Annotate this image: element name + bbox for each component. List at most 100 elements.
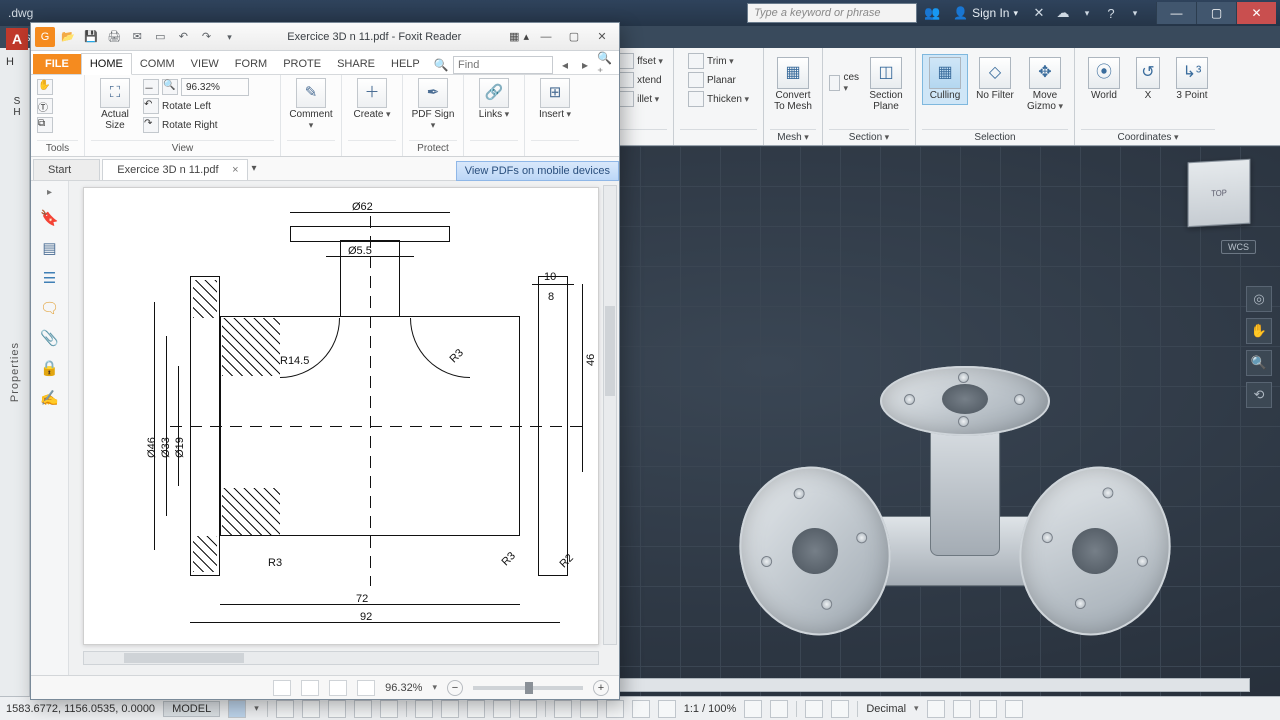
culling-button[interactable]: ▦Culling: [922, 54, 968, 105]
print-icon[interactable]: 🖨: [104, 26, 124, 46]
sidebar-expand-icon[interactable]: ▸: [47, 187, 52, 198]
tab-overflow-icon[interactable]: ▾: [252, 163, 257, 174]
annoscale-icon[interactable]: [658, 700, 676, 718]
tab-share[interactable]: SHARE: [329, 54, 383, 74]
tab-comment[interactable]: COMM: [132, 54, 183, 74]
help-drop-icon[interactable]: ▾: [1126, 4, 1144, 22]
tab-home[interactable]: HOME: [81, 53, 132, 75]
find-next-icon[interactable]: ▸: [577, 57, 593, 73]
zoom-out-button[interactable]: －🔍96.32%: [143, 78, 249, 96]
find-prev-icon[interactable]: ◂: [557, 57, 573, 73]
acad-search-input[interactable]: Type a keyword or phrase: [747, 3, 917, 23]
hwaccel-icon[interactable]: [805, 700, 823, 718]
blank-icon[interactable]: ▭: [150, 26, 170, 46]
zoom-icon[interactable]: 🔍: [1246, 350, 1272, 376]
section-plane-button[interactable]: ◫Section Plane: [863, 54, 909, 115]
grid-toggle-icon[interactable]: [228, 700, 246, 718]
undo-icon[interactable]: ↶: [173, 26, 193, 46]
isoplane-icon[interactable]: [831, 700, 849, 718]
maximize-button[interactable]: ▢: [1196, 2, 1236, 24]
open-icon[interactable]: 📂: [58, 26, 78, 46]
viewcube[interactable]: TOP: [1188, 159, 1251, 228]
home-tab-peek[interactable]: H: [6, 56, 14, 68]
offset-button[interactable]: ffset: [618, 52, 663, 70]
doc-tab-start[interactable]: Start: [33, 159, 100, 180]
close-tab-icon[interactable]: ×: [232, 164, 238, 176]
mobile-promo-banner[interactable]: View PDFs on mobile devices: [456, 161, 619, 181]
qp-icon[interactable]: [927, 700, 945, 718]
redo-icon[interactable]: ↷: [196, 26, 216, 46]
transparency-icon[interactable]: [467, 700, 485, 718]
world-ucs-button[interactable]: ⦿World: [1081, 54, 1127, 105]
infocenter-icon[interactable]: 👥: [923, 4, 941, 22]
a360-icon[interactable]: ☁: [1054, 4, 1072, 22]
otrack-icon[interactable]: [380, 700, 398, 718]
viewport-scale[interactable]: 1:1 / 100%: [684, 703, 737, 715]
osnap-icon[interactable]: [354, 700, 372, 718]
find-input[interactable]: [453, 56, 553, 74]
insert-button[interactable]: ⊞Insert: [531, 78, 579, 121]
move-gizmo-button[interactable]: ✥Move Gizmo: [1022, 54, 1068, 115]
units-readout[interactable]: Decimal: [866, 703, 906, 715]
foxit-maximize-button[interactable]: ▢: [561, 28, 587, 46]
coords-panel-label[interactable]: Coordinates: [1081, 129, 1215, 145]
foxit-horizontal-scrollbar[interactable]: [83, 651, 599, 665]
foxit-logo-icon[interactable]: G: [35, 27, 55, 47]
no-filter-button[interactable]: ◇No Filter: [972, 54, 1018, 105]
facing-icon[interactable]: [329, 680, 347, 696]
foxit-vertical-scrollbar[interactable]: [603, 185, 617, 645]
x-axis-button[interactable]: ↺X: [1131, 54, 1165, 105]
comments-icon[interactable]: 🗨: [39, 298, 61, 318]
zoom-drop-icon[interactable]: ▾: [432, 682, 437, 693]
minimize-button[interactable]: —: [1156, 2, 1196, 24]
comment-button[interactable]: ✎Comment: [287, 78, 335, 131]
help-icon[interactable]: ?: [1102, 4, 1120, 22]
planar-button[interactable]: Planar: [688, 71, 749, 89]
zoom-in-icon[interactable]: +: [593, 680, 609, 696]
qat-drop-icon[interactable]: ▾: [220, 27, 240, 47]
snapshot-button[interactable]: ⧉: [37, 116, 53, 134]
orbit-icon[interactable]: ⟲: [1246, 382, 1272, 408]
rotate-right-button[interactable]: ↷Rotate Right: [143, 116, 249, 134]
ribbon-mode-icon[interactable]: ▦: [509, 30, 519, 43]
links-button[interactable]: 🔗Links: [470, 78, 518, 121]
pages-icon[interactable]: ▤: [39, 238, 61, 258]
create-button[interactable]: ＋Create: [348, 78, 396, 121]
ribbon-min-icon[interactable]: ▴: [523, 30, 529, 43]
layers-icon[interactable]: ☰: [39, 268, 61, 288]
extend-button[interactable]: xtend: [618, 71, 663, 89]
zoom-value[interactable]: 96.32%: [181, 78, 249, 96]
attachments-icon[interactable]: 📎: [39, 328, 61, 348]
faces-button[interactable]: ces: [829, 74, 859, 92]
cycling-icon[interactable]: [493, 700, 511, 718]
foxit-close-button[interactable]: ✕: [589, 28, 615, 46]
single-page-icon[interactable]: [273, 680, 291, 696]
mail-icon[interactable]: ✉: [127, 26, 147, 46]
ws-icon[interactable]: [744, 700, 762, 718]
tab-view[interactable]: VIEW: [183, 54, 227, 74]
continuous-icon[interactable]: [301, 680, 319, 696]
polar-icon[interactable]: [328, 700, 346, 718]
customize-icon[interactable]: [1005, 700, 1023, 718]
rotate-left-button[interactable]: ↶Rotate Left: [143, 97, 249, 115]
select-tool-button[interactable]: Ⓣ: [37, 97, 53, 115]
properties-panel-collapsed[interactable]: Properties: [0, 48, 30, 696]
zoom-slider[interactable]: [473, 686, 583, 690]
dynucs-icon[interactable]: [554, 700, 572, 718]
3dosnap-icon[interactable]: [519, 700, 537, 718]
adv-search-icon[interactable]: 🔍⁺: [597, 57, 613, 73]
continuous-facing-icon[interactable]: [357, 680, 375, 696]
pdf-sign-button[interactable]: ✒PDF Sign: [409, 78, 457, 131]
gizmo-icon[interactable]: [606, 700, 624, 718]
tab-help[interactable]: HELP: [383, 54, 428, 74]
pan-icon[interactable]: ✋: [1246, 318, 1272, 344]
lock-ui-icon[interactable]: [953, 700, 971, 718]
status-drop[interactable]: ▾: [254, 703, 259, 714]
annovis-icon[interactable]: [770, 700, 788, 718]
acad-logo-icon[interactable]: A: [6, 28, 28, 50]
foxit-minimize-button[interactable]: —: [533, 28, 559, 46]
tab-protect[interactable]: PROTE: [275, 54, 329, 74]
actual-size-button[interactable]: ⛶Actual Size: [91, 78, 139, 131]
dyn-input-icon[interactable]: [415, 700, 433, 718]
snap-icon[interactable]: [276, 700, 294, 718]
